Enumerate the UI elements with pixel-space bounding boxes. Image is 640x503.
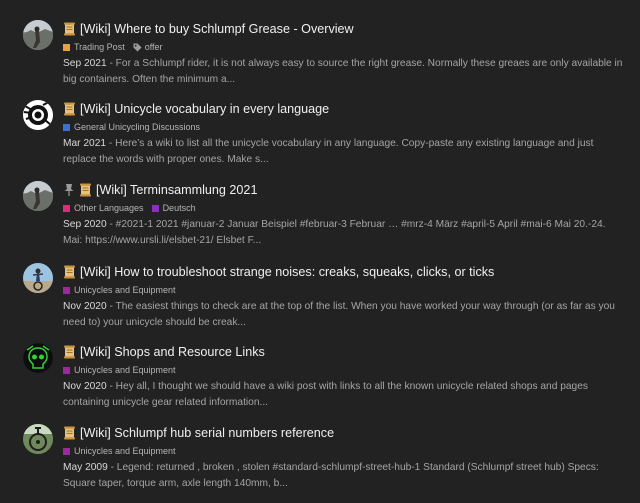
user-avatar-bike[interactable] (23, 424, 53, 454)
topic-item[interactable]: [Wiki] Where to buy Schlumpf Grease - Ov… (0, 19, 640, 99)
category-label: Other Languages (74, 203, 144, 213)
category-label: Unicycles and Equipment (74, 446, 176, 456)
topic-date: May 2009 (63, 462, 108, 473)
category-color-swatch (63, 286, 70, 294)
topic-list: [Wiki] Where to buy Schlumpf Grease - Ov… (0, 0, 640, 499)
pin-icon (64, 184, 74, 196)
topic-title-link[interactable]: [Wiki] Schlumpf hub serial numbers refer… (80, 426, 334, 440)
topic-excerpt: Mar 2021 - Here’s a wiki to list all the… (63, 136, 623, 168)
excerpt-text: - Hey all, I thought we should have a wi… (63, 381, 588, 408)
category-badge[interactable]: Unicycles and Equipment (63, 365, 176, 375)
subcategory-badge[interactable]: Deutsch (151, 203, 196, 213)
excerpt-text: - #2021-1 2021 #januar-2 Januar Beispiel… (63, 219, 606, 246)
topic-date: Nov 2020 (63, 301, 107, 312)
wiki-scroll-icon (63, 345, 76, 359)
topic-item[interactable]: [Wiki] Schlumpf hub serial numbers refer… (0, 423, 640, 503)
topic-tag[interactable]: offer (133, 42, 163, 52)
avatar-skull-image (23, 343, 53, 373)
avatar-photo-image (23, 20, 53, 50)
tag-label: offer (144, 42, 163, 52)
category-color-swatch (63, 43, 70, 51)
wiki-scroll-icon (63, 22, 76, 36)
topic-excerpt: May 2009 - Legend: returned , broken , s… (63, 460, 623, 492)
category-badge[interactable]: Unicycles and Equipment (63, 285, 176, 295)
topic-date: Sep 2021 (63, 58, 107, 69)
user-avatar-logo[interactable] (23, 100, 53, 130)
wiki-scroll-icon (63, 265, 76, 279)
wiki-scroll-icon (79, 183, 92, 197)
topic-excerpt: Nov 2020 - The easiest things to check a… (63, 299, 623, 331)
topic-excerpt: Sep 2020 - #2021-1 2021 #januar-2 Januar… (63, 217, 623, 249)
category-badge[interactable]: Unicycles and Equipment (63, 446, 176, 456)
user-avatar-photo[interactable] (23, 20, 53, 50)
avatar-photo-image (23, 181, 53, 211)
category-color-swatch (63, 447, 70, 455)
category-badge[interactable]: Trading Post (63, 42, 125, 52)
topic-date: Sep 2020 (63, 219, 107, 230)
topic-date: Nov 2020 (63, 381, 107, 392)
topic-title-link[interactable]: [Wiki] How to troubleshoot strange noise… (80, 265, 494, 279)
category-badge[interactable]: Other Languages (63, 203, 144, 213)
topic-item[interactable]: [Wiki] Terminsammlung 2021 Other Languag… (0, 180, 640, 260)
topic-title-link[interactable]: [Wiki] Unicycle vocabulary in every lang… (80, 102, 329, 116)
category-label: Unicycles and Equipment (74, 365, 176, 375)
avatar-rider-image (23, 263, 53, 293)
topic-item[interactable]: [Wiki] How to troubleshoot strange noise… (0, 262, 640, 342)
category-color-swatch (151, 204, 159, 212)
avatar-logo-image (23, 100, 53, 130)
user-avatar-rider[interactable] (23, 263, 53, 293)
excerpt-text: - For a Schlumpf rider, it is not always… (63, 58, 623, 85)
topic-title-link[interactable]: [Wiki] Shops and Resource Links (80, 345, 265, 359)
topic-item[interactable]: [Wiki] Unicycle vocabulary in every lang… (0, 99, 640, 179)
category-color-swatch (63, 366, 70, 374)
tag-icon (133, 42, 142, 52)
category-color-swatch (63, 204, 70, 212)
category-label: Deutsch (162, 203, 196, 213)
topic-title-link[interactable]: [Wiki] Where to buy Schlumpf Grease - Ov… (80, 22, 354, 36)
user-avatar-skull[interactable] (23, 343, 53, 373)
topic-date: Mar 2021 (63, 138, 107, 149)
excerpt-text: - Here’s a wiki to list all the unicycle… (63, 138, 594, 165)
avatar-bike-image (23, 424, 53, 454)
excerpt-text: - The easiest things to check are at the… (63, 301, 615, 328)
user-avatar-photo[interactable] (23, 181, 53, 211)
category-label: Trading Post (74, 42, 125, 52)
category-label: General Unicycling Discussions (74, 122, 201, 132)
category-label: Unicycles and Equipment (74, 285, 176, 295)
topic-excerpt: Sep 2021 - For a Schlumpf rider, it is n… (63, 56, 623, 88)
category-color-swatch (63, 123, 70, 131)
excerpt-text: - Legend: returned , broken , stolen #st… (63, 462, 599, 489)
category-badge[interactable]: General Unicycling Discussions (63, 122, 200, 132)
topic-excerpt: Nov 2020 - Hey all, I thought we should … (63, 379, 623, 411)
topic-title-link[interactable]: [Wiki] Terminsammlung 2021 (96, 183, 257, 197)
topic-item[interactable]: [Wiki] Shops and Resource Links Unicycle… (0, 342, 640, 422)
wiki-scroll-icon (63, 426, 76, 440)
wiki-scroll-icon (63, 102, 76, 116)
